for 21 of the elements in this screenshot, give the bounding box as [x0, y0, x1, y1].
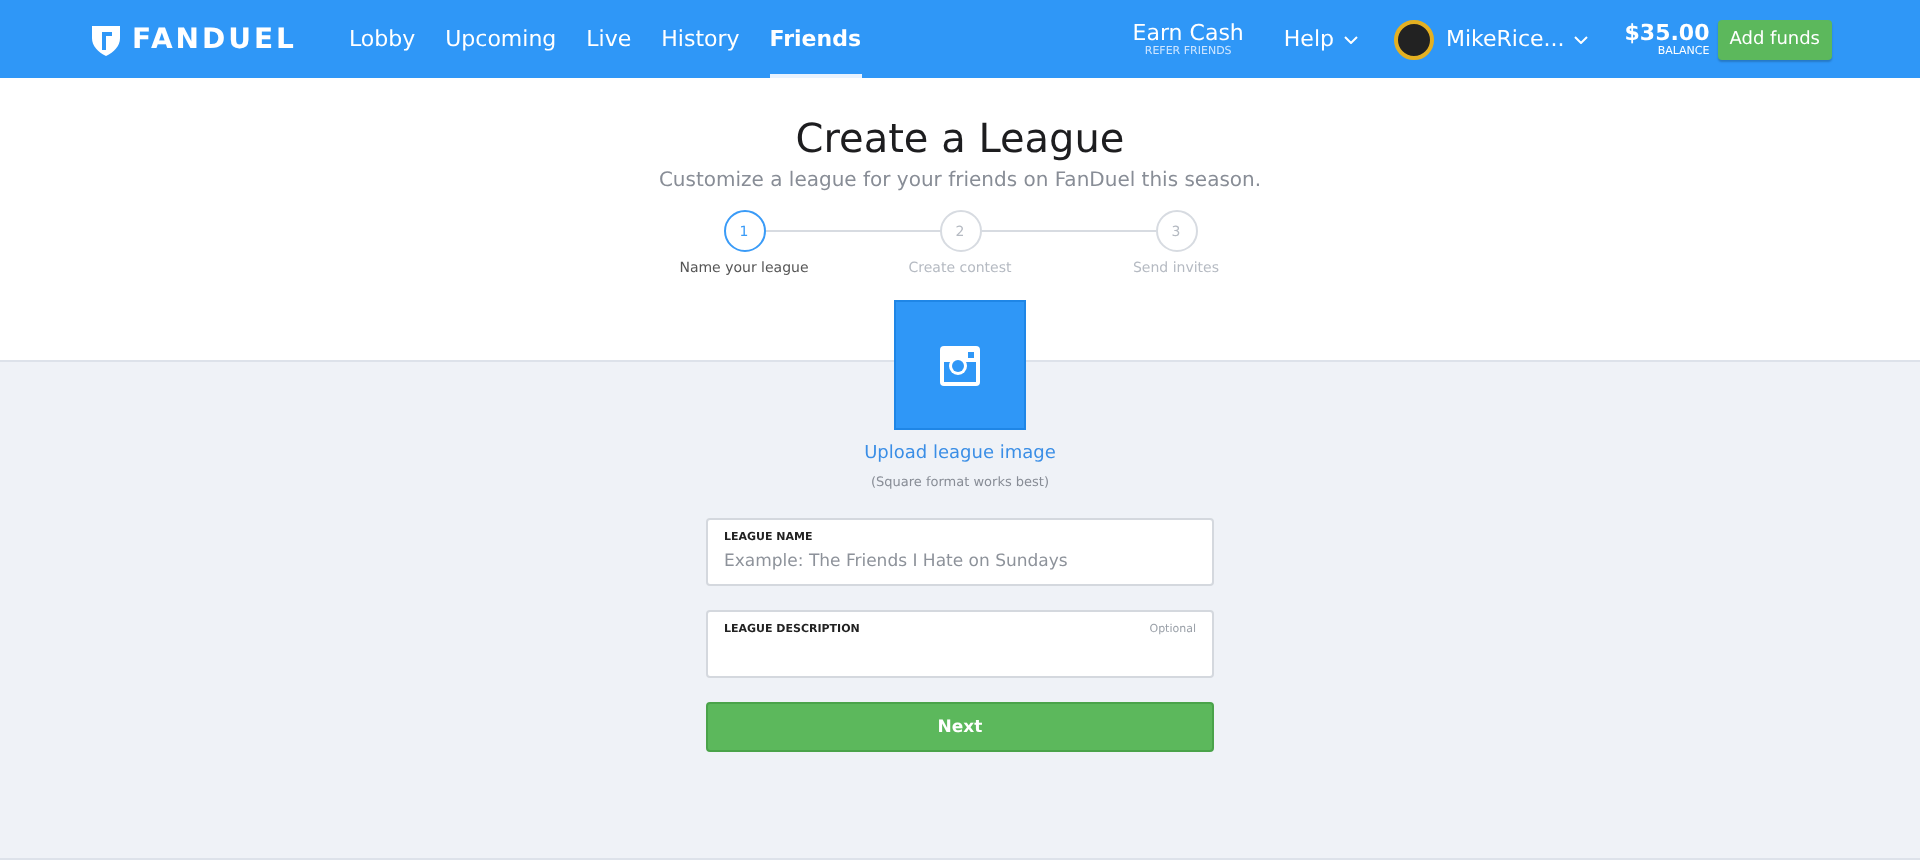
- shield-logo-icon: [92, 23, 120, 55]
- camera-icon: [940, 345, 980, 385]
- upload-image-button[interactable]: [894, 300, 1026, 430]
- nav-link[interactable]: History: [661, 0, 740, 78]
- input-field[interactable]: Example: The Friends I Hate on Sundays: [724, 552, 1196, 572]
- logo-text: FANDUEL: [132, 23, 297, 55]
- help-menu[interactable]: Help: [1283, 26, 1358, 52]
- add-funds-button[interactable]: Add funds: [1717, 19, 1832, 59]
- user-menu[interactable]: MikeRice...: [1445, 26, 1589, 52]
- nav-link[interactable]: Upcoming: [445, 0, 557, 78]
- nav-link[interactable]: Live: [586, 0, 632, 78]
- page-title: Create a League: [795, 114, 1125, 162]
- page-subtitle: Customize a league for your friends on FanDuel this season.: [658, 170, 1262, 192]
- next-button[interactable]: Next: [706, 702, 1214, 752]
- balance-amount: $35.00: [1624, 20, 1710, 46]
- chevron-down-icon: [1574, 35, 1589, 43]
- user-avatar[interactable]: [1393, 19, 1434, 59]
- earn-cash-label: Earn Cash: [1132, 20, 1244, 46]
- chevron-down-icon: [1343, 35, 1358, 43]
- upload-image-link[interactable]: Upload league image: [864, 444, 1056, 464]
- nav-link[interactable]: Lobby: [348, 0, 416, 78]
